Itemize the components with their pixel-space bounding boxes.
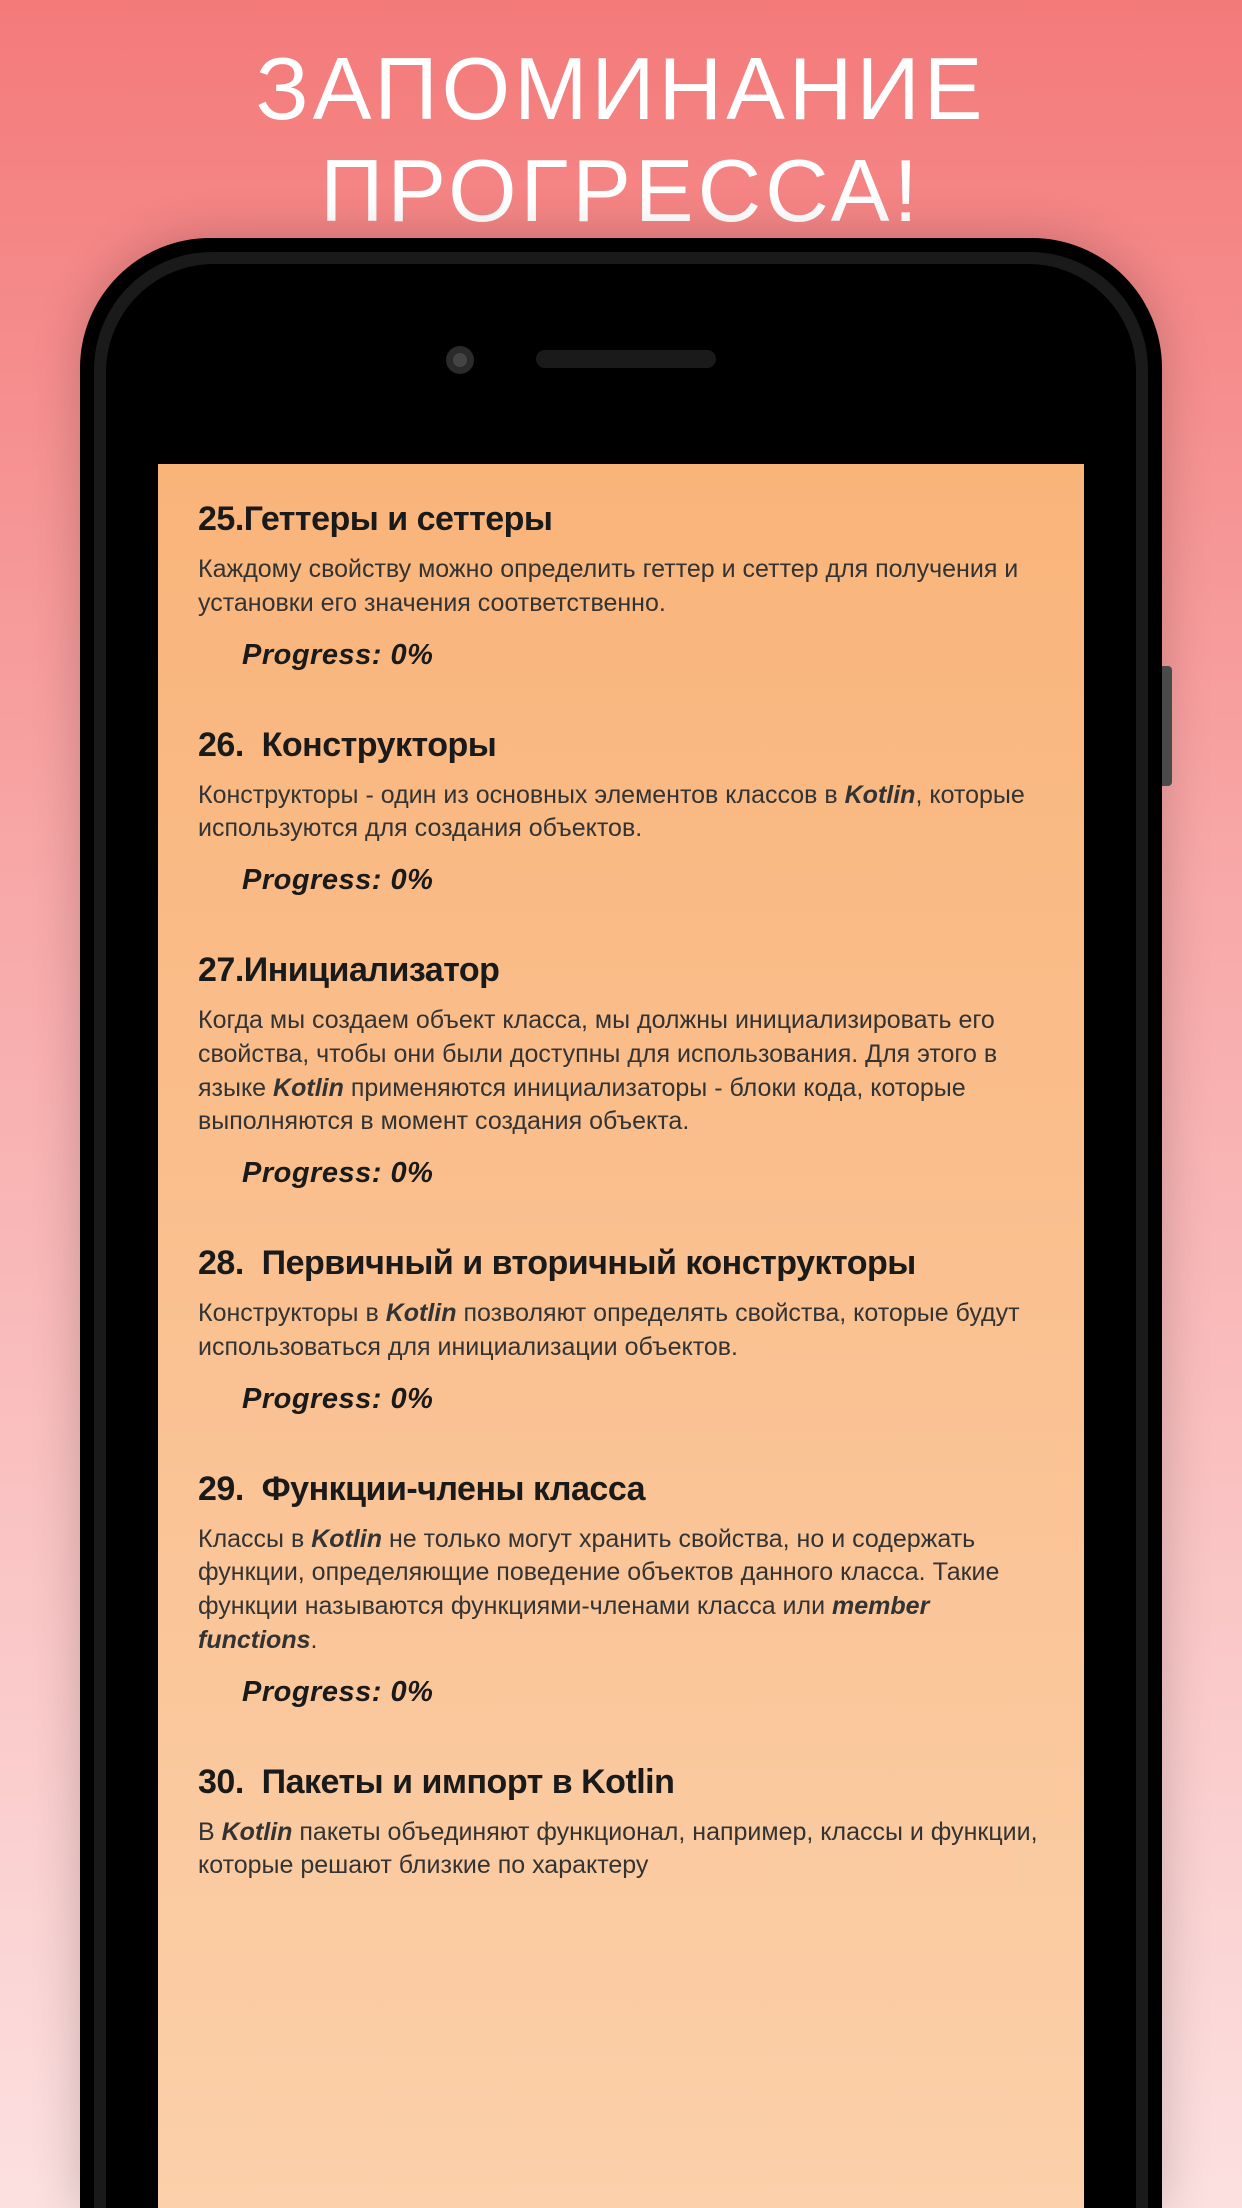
lesson-item[interactable]: 27.Инициализатор Когда мы создаем объект … [198,951,1044,1190]
phone-frame: 25.Геттеры и сеттеры Каждому свойству мож… [80,238,1162,2208]
lesson-description: Конструкторы в Kotlin позволяют определя… [198,1297,1044,1365]
lesson-item[interactable]: 25.Геттеры и сеттеры Каждому свойству мож… [198,500,1044,672]
lesson-description: Каждому свойству можно определить геттер… [198,553,1044,621]
lesson-title: 29. Функции-члены класса [198,1470,1044,1509]
lesson-title: 28. Первичный и вторичный конструкторы [198,1244,1044,1283]
lesson-item[interactable]: 26. Конструкторы Конструкторы - один из о… [198,726,1044,898]
lesson-progress: Progress: 0% [198,1383,1044,1416]
promo-title: Запоминание прогресса! [0,0,1242,242]
camera-icon [446,346,474,374]
speaker-icon [536,350,716,368]
lesson-progress: Progress: 0% [198,1157,1044,1190]
lesson-progress: Progress: 0% [198,639,1044,672]
lesson-progress: Progress: 0% [198,1676,1044,1709]
lesson-list[interactable]: 25.Геттеры и сеттеры Каждому свойству мож… [158,464,1084,1883]
lesson-progress: Progress: 0% [198,864,1044,897]
lesson-item[interactable]: 29. Функции-члены класса Классы в Kotlin … [198,1470,1044,1709]
lesson-description: В Kotlin пакеты объединяют функционал, н… [198,1816,1044,1884]
lesson-title: 30. Пакеты и импорт в Kotlin [198,1763,1044,1802]
lesson-item[interactable]: 28. Первичный и вторичный конструкторы Ко… [198,1244,1044,1416]
lesson-title: 26. Конструкторы [198,726,1044,765]
lesson-title: 25.Геттеры и сеттеры [198,500,1044,539]
lesson-description: Классы в Kotlin не только могут хранить … [198,1523,1044,1658]
lesson-description: Конструкторы - один из основных элементо… [198,779,1044,847]
lesson-description: Когда мы создаем объект класса, мы должн… [198,1004,1044,1139]
lesson-item[interactable]: 30. Пакеты и импорт в Kotlin В Kotlin пак… [198,1763,1044,1884]
app-screen[interactable]: 25.Геттеры и сеттеры Каждому свойству мож… [158,464,1084,2208]
lesson-title: 27.Инициализатор [198,951,1044,990]
phone-side-button [1162,666,1172,786]
